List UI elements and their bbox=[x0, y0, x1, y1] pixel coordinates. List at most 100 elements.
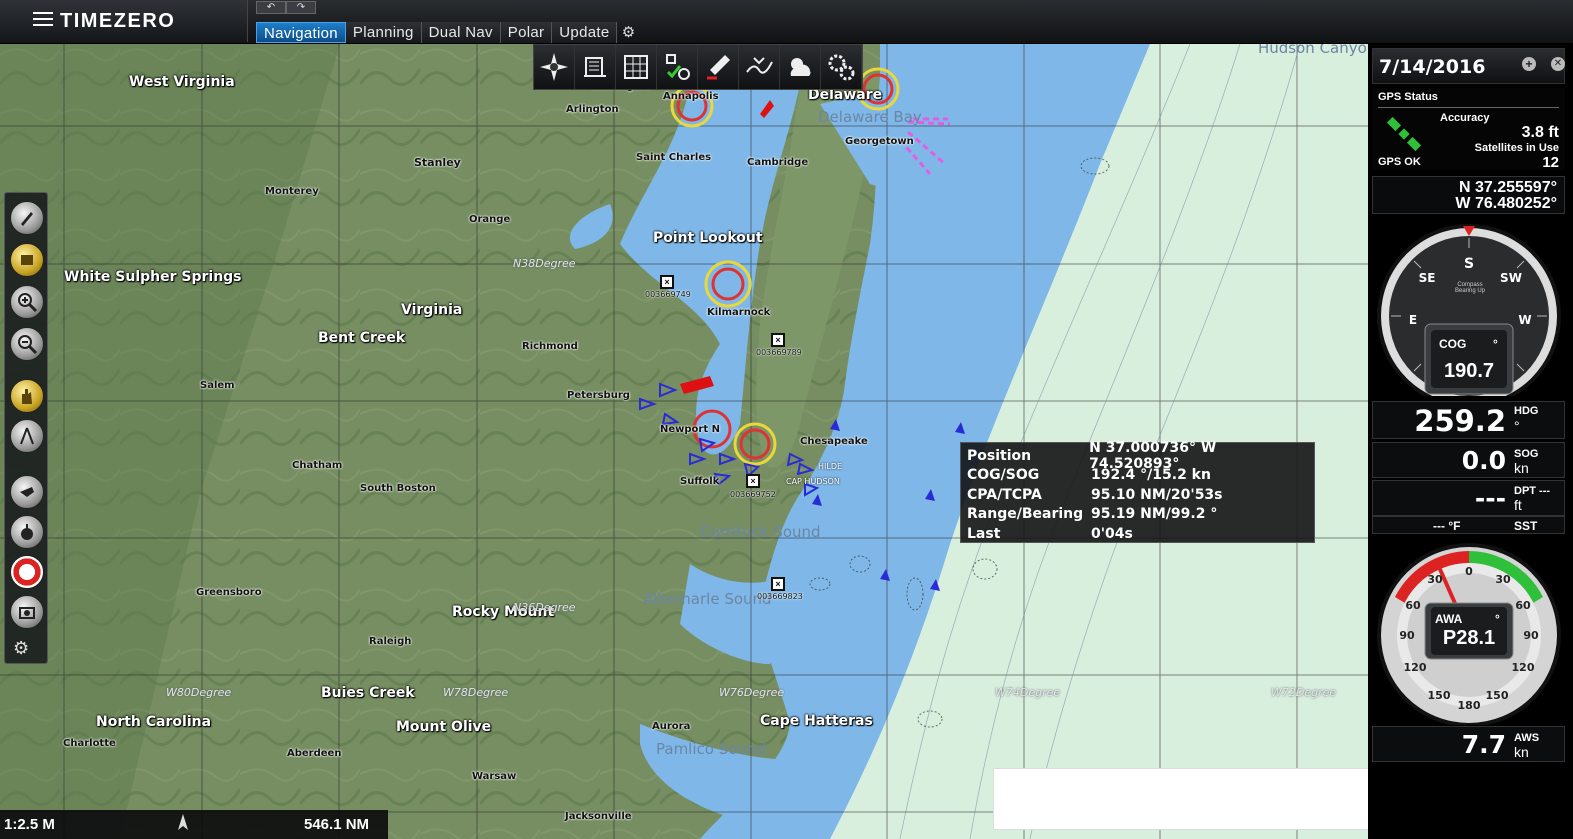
camera-icon[interactable] bbox=[10, 595, 44, 629]
sog-label: SOG bbox=[1514, 448, 1539, 460]
dial-tick-label: 90 bbox=[1399, 629, 1415, 642]
undo-button[interactable]: ↶ bbox=[256, 1, 286, 14]
target-info-value: 95.10 NM/20'53s bbox=[1091, 486, 1223, 503]
target-info-value: 192.4 °/15.2 kn bbox=[1091, 467, 1211, 484]
settings-gears-icon[interactable] bbox=[821, 45, 862, 89]
settings-gears-icon[interactable]: ⚙ bbox=[13, 638, 29, 659]
buoy-id-label: 003669749 bbox=[645, 290, 691, 299]
lifebuoy-icon[interactable] bbox=[10, 555, 44, 589]
dial-tick-label: 60 bbox=[1515, 599, 1531, 612]
hamburger-menu-icon[interactable] bbox=[33, 12, 53, 28]
satellite-icon bbox=[1386, 116, 1422, 152]
tab-update[interactable]: Update bbox=[552, 22, 618, 43]
map-label-white-sulpher-springs: White Sulpher Springs bbox=[64, 269, 242, 285]
awa-value: P28.1 bbox=[1442, 627, 1496, 649]
chart-layers-icon[interactable] bbox=[575, 45, 616, 89]
dial-cardinal-label: W bbox=[1518, 313, 1531, 327]
scale-ratio: 1:2.5 M bbox=[4, 816, 55, 833]
map-label-orange: Orange bbox=[469, 214, 511, 225]
map-label-jacksonville: Jacksonville bbox=[565, 811, 632, 822]
dial-tick-label: 60 bbox=[1405, 599, 1421, 612]
dial-cardinal-label: E bbox=[1409, 313, 1417, 327]
app-brand: TIMEZERO bbox=[60, 9, 176, 32]
aws-value: 7.7 bbox=[1461, 730, 1506, 759]
map-label-west-virginia: West Virginia bbox=[129, 74, 235, 90]
top-bar: TIMEZERO ↶ ↷ Navigation Planning Dual Na… bbox=[0, 0, 1573, 44]
tab-planning[interactable]: Planning bbox=[345, 22, 422, 43]
map-label-buies-creek: Buies Creek bbox=[321, 685, 415, 701]
awa-degree-symbol: ° bbox=[1495, 612, 1500, 626]
event-icon[interactable] bbox=[10, 515, 44, 549]
sog-unit: kn bbox=[1514, 460, 1529, 476]
cog-degree-symbol: ° bbox=[1493, 337, 1498, 351]
date-header: 7/14/2016 + ✕ bbox=[1372, 48, 1565, 84]
gps-accuracy-label: Accuracy bbox=[1440, 112, 1490, 124]
dial-cardinal-label: SW bbox=[1500, 271, 1522, 285]
target-info-popup[interactable]: Position N 37.000736° W 74.520893° COG/SO… bbox=[960, 440, 1315, 543]
map-label-monterey: Monterey bbox=[265, 186, 319, 197]
tab-navigation[interactable]: Navigation bbox=[256, 22, 346, 43]
depth-label: DPT --- bbox=[1514, 485, 1551, 497]
map-label-currituck-sound: Currituck Sound bbox=[700, 523, 821, 541]
redo-button[interactable]: ↷ bbox=[286, 1, 316, 14]
map-label-point-lookout: Point Lookout bbox=[653, 230, 763, 246]
hdg-value: 259.2 bbox=[1414, 404, 1506, 438]
buoy-marker-icon[interactable]: × bbox=[660, 275, 674, 289]
dial-tick-label: 120 bbox=[1404, 661, 1427, 674]
hdg-readout: 259.2 HDG ° bbox=[1372, 401, 1565, 439]
map-label-arlington: Arlington bbox=[566, 104, 619, 115]
dial-cardinal-label: SE bbox=[1419, 271, 1436, 285]
grid-icon[interactable] bbox=[616, 45, 657, 89]
weather-icon[interactable] bbox=[780, 45, 821, 89]
map-label-north-carolina: North Carolina bbox=[96, 714, 212, 730]
buoy-marker-icon[interactable]: × bbox=[746, 474, 760, 488]
chart-book-icon[interactable] bbox=[10, 243, 44, 277]
map-label-w74: W74Degree bbox=[995, 686, 1061, 699]
map-label-greensboro: Greensboro bbox=[196, 587, 262, 598]
depth-unit: ft bbox=[1514, 497, 1522, 513]
sog-value: 0.0 bbox=[1461, 446, 1506, 475]
target-info-key: Last bbox=[967, 525, 1001, 542]
scale-bar: 1:2.5 M 546.1 NM bbox=[0, 810, 388, 839]
pan-hand-icon[interactable] bbox=[10, 379, 44, 413]
tab-dual-nav[interactable]: Dual Nav bbox=[421, 22, 501, 43]
map-label-w80: W80Degree bbox=[166, 686, 232, 699]
map-label-petersburg: Petersburg bbox=[567, 390, 630, 401]
map-label-kilmarnock: Kilmarnock bbox=[707, 307, 771, 318]
scale-range: 546.1 NM bbox=[304, 816, 370, 833]
add-instrument-icon[interactable]: + bbox=[1522, 57, 1536, 71]
dial-tick-label: 0 bbox=[1465, 565, 1473, 578]
map-label-richmond: Richmond bbox=[522, 341, 578, 352]
map-label-pamlico-sound: Pamlico Sound bbox=[656, 740, 766, 758]
aws-label: AWS bbox=[1514, 732, 1540, 744]
close-panel-icon[interactable]: ✕ bbox=[1551, 57, 1565, 71]
tab-polar[interactable]: Polar bbox=[500, 22, 553, 43]
zoom-out-icon[interactable] bbox=[10, 327, 44, 361]
map-label-w78: W78Degree bbox=[443, 686, 509, 699]
measure-compass-icon[interactable] bbox=[10, 419, 44, 453]
depth-value: --- bbox=[1474, 484, 1506, 513]
boat-center-icon[interactable] bbox=[10, 201, 44, 235]
map-label-salem: Salem bbox=[200, 380, 235, 391]
awa-wind-dial: 0 30 30 60 60 90 90 120 120 150 150 180 … bbox=[1373, 539, 1566, 727]
sst-label: SST bbox=[1514, 519, 1538, 533]
map-label-stanley: Stanley bbox=[414, 156, 461, 169]
weather-routing-icon[interactable] bbox=[739, 45, 780, 89]
north-arrow-icon bbox=[178, 814, 188, 830]
mob-whistle-icon[interactable] bbox=[10, 475, 44, 509]
map-label-suffolk: Suffolk bbox=[680, 476, 720, 487]
buoy-id-label: 003669823 bbox=[757, 592, 803, 601]
map-label-georgetown: Georgetown bbox=[845, 136, 914, 147]
hdg-unit: ° bbox=[1514, 418, 1520, 434]
dial-tick-label: 150 bbox=[1428, 689, 1451, 702]
buoy-marker-icon[interactable]: × bbox=[771, 333, 785, 347]
dial-tick-label: 30 bbox=[1495, 573, 1511, 586]
aws-unit: kn bbox=[1514, 744, 1529, 760]
zoom-in-icon[interactable] bbox=[10, 285, 44, 319]
buoy-marker-icon[interactable]: × bbox=[771, 577, 785, 591]
marker-tool-icon[interactable] bbox=[698, 45, 739, 89]
compass-rose-icon[interactable] bbox=[534, 45, 575, 89]
cog-label: COG bbox=[1439, 337, 1467, 351]
workspace-settings-icon[interactable]: ⚙ bbox=[617, 22, 639, 43]
route-timer-icon[interactable] bbox=[657, 45, 698, 89]
